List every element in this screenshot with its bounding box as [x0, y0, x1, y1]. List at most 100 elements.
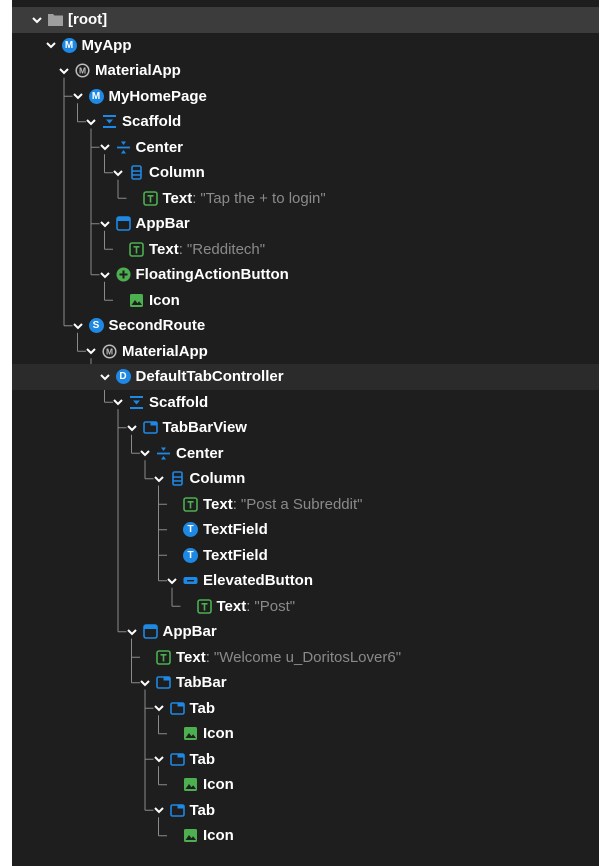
chevron-down-icon[interactable] [84, 344, 98, 358]
chevron-down-icon[interactable] [71, 319, 85, 333]
chevron-down-icon[interactable] [98, 268, 112, 282]
tree-node-secondroute[interactable]: S SecondRoute [12, 313, 599, 339]
label-separator: : [205, 648, 210, 666]
tree-node-scaffold[interactable]: Scaffold [12, 109, 599, 135]
text-icon [129, 241, 144, 257]
tree-node-label: Column [149, 164, 205, 182]
tree-node-textfield[interactable]: T TextField [12, 517, 599, 543]
tree-node-label: Text [216, 597, 247, 615]
chevron-down-icon[interactable] [152, 803, 166, 817]
tree-node-label: Tab [189, 750, 216, 768]
material-app-icon: M [102, 344, 117, 359]
label-separator: : [232, 495, 237, 513]
tree-node-column[interactable]: Column [12, 466, 599, 492]
tree-node-materialapp[interactable]: M MaterialApp [12, 58, 599, 84]
image-icon [183, 828, 198, 843]
center-icon [116, 140, 131, 155]
chevron-down-icon[interactable] [152, 472, 166, 486]
tree-node-icon[interactable]: Icon [12, 721, 599, 747]
chevron-down-icon[interactable] [111, 395, 125, 409]
tree-node-label: MaterialApp [122, 342, 208, 360]
text-icon [142, 190, 158, 206]
tree-node-text[interactable]: Text: "Post" [12, 594, 599, 620]
tree-node-label: Icon [203, 827, 234, 845]
m-circle-icon: M [61, 37, 77, 53]
tree-node-label: AppBar [162, 623, 217, 641]
tree-node-text[interactable]: Text: "Redditech" [12, 237, 599, 263]
chevron-down-icon[interactable] [98, 140, 112, 154]
scaffold-icon [102, 114, 117, 129]
chevron-down-icon[interactable] [125, 421, 139, 435]
chevron-down-icon[interactable] [71, 89, 85, 103]
tree-node-tabbarview[interactable]: TabBarView [12, 415, 599, 441]
chevron-down-icon[interactable] [98, 217, 112, 231]
tree-node-textfield[interactable]: T TextField [12, 543, 599, 569]
tree-node-materialapp[interactable]: M MaterialApp [12, 339, 599, 365]
chevron-down-icon[interactable] [98, 370, 112, 384]
tree-node-label: Icon [203, 725, 234, 743]
tree-node-label: Column [189, 470, 246, 488]
tree-node-label: TabBarView [162, 419, 247, 437]
tree-node-tab[interactable]: Tab [12, 798, 599, 824]
tree-node-elevatedbutton[interactable]: ElevatedButton [12, 568, 599, 594]
tree-node-label: TextField [203, 546, 268, 564]
tree-node-column[interactable]: Column [12, 160, 599, 186]
tree-node-tab[interactable]: Tab [12, 747, 599, 773]
tree-node-[root][interactable]: [root] [12, 7, 599, 33]
tree-node-center[interactable]: Center [12, 135, 599, 161]
tree-node-icon[interactable]: Icon [12, 772, 599, 798]
tree-node-detail: "Redditech" [186, 240, 266, 258]
chevron-down-icon[interactable] [30, 13, 44, 27]
tree-node-label: TabBar [176, 674, 227, 692]
chevron-down-icon[interactable] [111, 166, 125, 180]
tree-node-text[interactable]: Text: "Tap the + to login" [12, 186, 599, 212]
tree-node-floatingactionbutton[interactable]: FloatingActionButton [12, 262, 599, 288]
text-icon [183, 496, 198, 512]
tree-node-text[interactable]: Text: "Post a Subreddit" [12, 492, 599, 518]
material-app-icon: M [75, 63, 90, 78]
chevron-down-icon[interactable] [84, 115, 98, 129]
folder-icon [48, 12, 63, 27]
scaffold-icon [129, 395, 144, 410]
tree-node-appbar[interactable]: AppBar [12, 211, 599, 237]
tree-node-label: MyHomePage [108, 87, 207, 105]
tree-node-icon[interactable]: Icon [12, 288, 599, 314]
chevron-down-icon[interactable] [152, 752, 166, 766]
tree-node-center[interactable]: Center [12, 441, 599, 467]
tree-node-defaulttabcontroller[interactable]: D DefaultTabController [12, 364, 599, 390]
tree-node-text[interactable]: Text: "Welcome u_DoritosLover6" [12, 645, 599, 671]
tab-icon [169, 803, 185, 818]
tab-icon [169, 752, 185, 767]
m-circle-icon: M [88, 88, 104, 104]
widget-tree-panel: [root] M MyApp M MaterialApp M MyHomePage Scaff… [12, 0, 599, 866]
tree-node-label: MyApp [81, 36, 132, 54]
tree-node-myhomepage[interactable]: M MyHomePage [12, 84, 599, 110]
tree-node-appbar[interactable]: AppBar [12, 619, 599, 645]
text-icon [196, 598, 212, 614]
tree-node-label: Tab [189, 699, 216, 717]
tree-node-label: Center [135, 138, 184, 156]
tree-node-label: Scaffold [122, 113, 182, 131]
tree-node-detail: "Post a Subreddit" [240, 495, 363, 513]
chevron-down-icon[interactable] [165, 574, 179, 588]
tree-node-icon[interactable]: Icon [12, 823, 599, 849]
button-icon [183, 573, 198, 588]
tree-node-tabbar[interactable]: TabBar [12, 670, 599, 696]
tree-node-label: Center [176, 444, 224, 462]
tree-node-tab[interactable]: Tab [12, 696, 599, 722]
d-circle-icon: D [115, 369, 131, 385]
chevron-down-icon[interactable] [44, 38, 58, 52]
appbar-icon [115, 216, 131, 232]
chevron-down-icon[interactable] [152, 701, 166, 715]
image-icon [183, 777, 198, 792]
tree-node-label: Text [149, 240, 179, 258]
chevron-down-icon[interactable] [57, 64, 71, 78]
chevron-down-icon[interactable] [138, 676, 152, 690]
chevron-down-icon[interactable] [125, 625, 139, 639]
tab-icon [156, 675, 171, 690]
chevron-down-icon[interactable] [138, 446, 152, 460]
tree-node-label: MaterialApp [95, 62, 181, 80]
tree-node-scaffold[interactable]: Scaffold [12, 390, 599, 416]
tree-node-myapp[interactable]: M MyApp [12, 33, 599, 59]
s-circle-icon: S [88, 318, 104, 334]
